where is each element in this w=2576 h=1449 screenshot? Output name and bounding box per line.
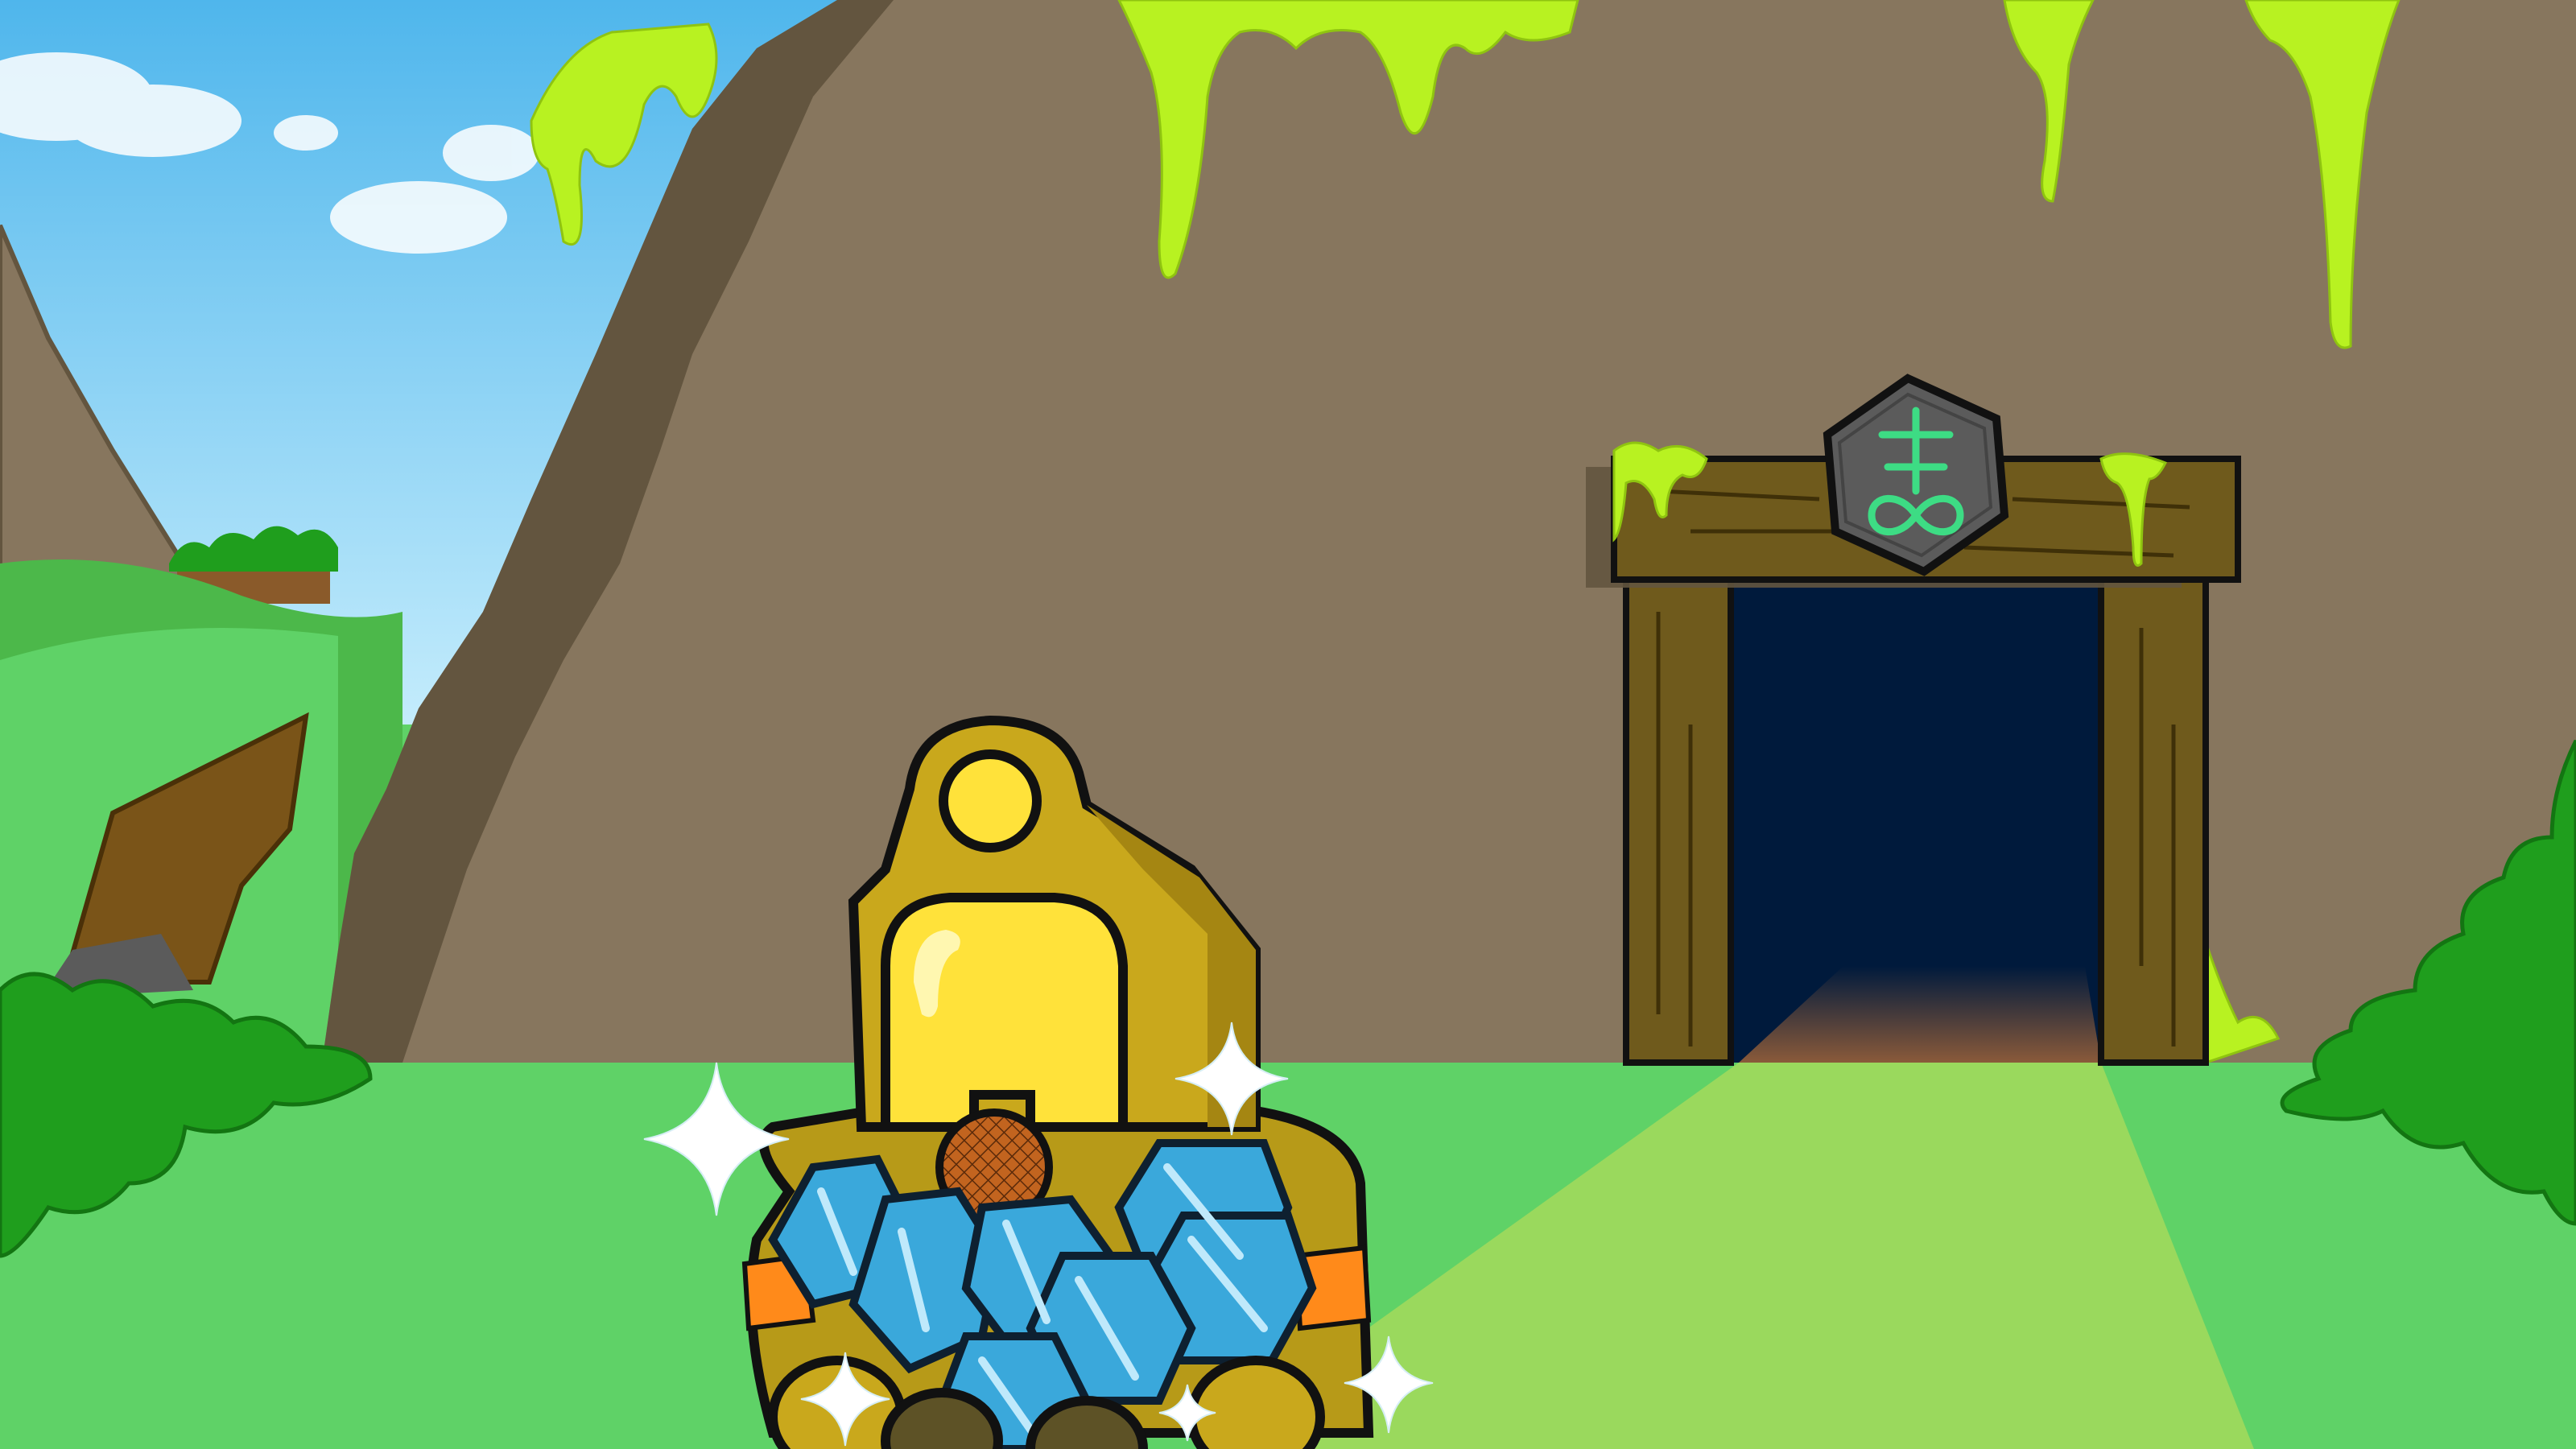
scene-canvas bbox=[0, 0, 2576, 1449]
helmet-lamp bbox=[939, 749, 1042, 852]
left-post bbox=[1623, 560, 1734, 1066]
visor bbox=[881, 893, 1128, 1132]
right-post bbox=[2098, 560, 2209, 1066]
game-scene bbox=[0, 0, 2576, 1449]
mine-entrance[interactable] bbox=[1586, 374, 2241, 1066]
